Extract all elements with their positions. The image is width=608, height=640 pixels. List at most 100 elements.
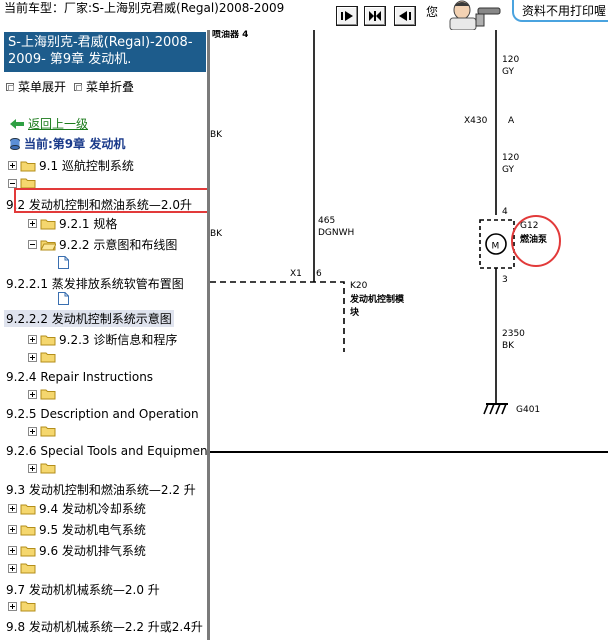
car-model: 当前车型：厂家:S-上海别克君威(Regal)2008-2009 bbox=[4, 2, 304, 28]
collapse-toggle-icon[interactable] bbox=[28, 240, 37, 249]
k20-dashed-box bbox=[210, 281, 345, 352]
connector-x1-label: X1 bbox=[290, 269, 302, 279]
expand-icon bbox=[6, 82, 14, 91]
bk-label-mid: BK bbox=[210, 229, 223, 239]
document-icon bbox=[58, 292, 69, 305]
current-chapter: 当前:第9章 发动机 bbox=[10, 135, 125, 152]
back-link[interactable]: 返回上一级 bbox=[28, 115, 88, 132]
speech-bubble: 资料不用打印喔 bbox=[512, 0, 608, 22]
wire-120a-number: 120 bbox=[502, 55, 519, 65]
wire-2350-number: 2350 bbox=[502, 329, 525, 339]
highlight-box bbox=[14, 188, 207, 213]
tree-item-9-4[interactable]: 9.4 发动机冷却系统 bbox=[8, 500, 146, 517]
tree-item-label[interactable]: 9.4 发动机冷却系统 bbox=[39, 500, 146, 517]
tree-item-9-2-4[interactable]: 9.2.4 Repair Instructions bbox=[6, 370, 153, 384]
tree-folder-row[interactable] bbox=[8, 600, 36, 612]
next-page-button[interactable] bbox=[336, 6, 358, 26]
wire-120b-color: GY bbox=[502, 165, 515, 175]
expand-toggle-icon[interactable] bbox=[8, 525, 17, 534]
open-folder-icon bbox=[40, 239, 56, 251]
wire-120a-color: GY bbox=[502, 67, 515, 77]
tree-folder-row[interactable] bbox=[28, 462, 56, 474]
collapse-toggle-icon[interactable] bbox=[8, 178, 17, 188]
tree-item-label[interactable]: 9.5 发动机电气系统 bbox=[39, 521, 146, 538]
pin-6-label: 6 bbox=[316, 269, 322, 279]
ground-g401-label: G401 bbox=[516, 405, 540, 415]
folder-icon bbox=[40, 425, 56, 437]
tree-item-9-2-3[interactable]: 9.2.3 诊断信息和程序 bbox=[28, 331, 177, 348]
folder-icon bbox=[40, 351, 56, 363]
injector-label: 喷油器 4 bbox=[212, 30, 248, 40]
folder-icon bbox=[40, 334, 56, 346]
tree-folder-row[interactable] bbox=[28, 388, 56, 400]
tree-folder-row[interactable] bbox=[8, 562, 36, 574]
motor-symbol: M bbox=[492, 242, 500, 252]
expand-toggle-icon[interactable] bbox=[8, 161, 17, 170]
wire-465-number: 465 bbox=[318, 216, 335, 226]
expand-toggle-icon[interactable] bbox=[28, 219, 37, 228]
g12-label: G12 bbox=[520, 221, 538, 231]
fuel-pump-label: 燃油泵 bbox=[520, 233, 548, 245]
tree-item-9-2-2-1[interactable]: 9.2.2.1 蒸发排放系统软管布置图 bbox=[6, 275, 184, 292]
folder-icon bbox=[40, 388, 56, 400]
k20-name-line1: 发动机控制模 bbox=[349, 293, 405, 305]
split-arrow-icon bbox=[369, 11, 381, 21]
wire-2350-color: BK bbox=[502, 341, 515, 351]
prev-page-button[interactable] bbox=[394, 6, 416, 26]
collapse-icon bbox=[74, 82, 83, 91]
next-arrow-icon bbox=[341, 11, 353, 21]
folder-icon bbox=[20, 160, 36, 172]
expand-toggle-icon[interactable] bbox=[8, 546, 17, 555]
k20-name-line2: 块 bbox=[350, 306, 360, 318]
tree-item-label[interactable]: 9.1 巡航控制系统 bbox=[39, 157, 134, 174]
car-model-value: 厂家:S-上海别克君威(Regal)2008-2009 bbox=[64, 2, 285, 15]
wiring-diagram-svg: 喷油器 4 BK BK 465 DGNWH X1 6 K20 发动机控制模 块 … bbox=[210, 30, 608, 453]
expand-toggle-icon[interactable] bbox=[8, 563, 17, 573]
document-icon bbox=[58, 256, 69, 269]
tree-folder-row[interactable] bbox=[28, 425, 56, 437]
expand-toggle-icon[interactable] bbox=[28, 335, 37, 344]
ground-icon bbox=[483, 403, 508, 415]
wire-465-color: DGNWH bbox=[318, 228, 354, 238]
tree-item-9-6[interactable]: 9.6 发动机排气系统 bbox=[8, 542, 146, 559]
tree-item-label[interactable]: 9.2.2 示意图和布线图 bbox=[59, 236, 177, 253]
expand-toggle-icon[interactable] bbox=[28, 352, 37, 362]
folder-icon bbox=[40, 218, 56, 230]
tree-item-9-2-1[interactable]: 9.2.1 规格 bbox=[28, 215, 117, 232]
tree-item-label[interactable]: 9.2.1 规格 bbox=[59, 215, 117, 232]
tree-item-9-8[interactable]: 9.8 发动机机械系统—2.2 升或2.4升 bbox=[6, 618, 203, 635]
tree-item-9-3[interactable]: 9.3 发动机控制和燃油系统—2.2 升 bbox=[6, 481, 196, 498]
mascot-icon bbox=[449, 0, 501, 30]
k20-label: K20 bbox=[350, 281, 368, 291]
tree-folder-row[interactable] bbox=[28, 351, 56, 363]
tree-item-label[interactable]: 9.6 发动机排气系统 bbox=[39, 542, 146, 559]
expand-toggle-icon[interactable] bbox=[8, 504, 17, 513]
tree-item-9-2-6[interactable]: 9.2.6 Special Tools and Equipment bbox=[6, 444, 207, 458]
tree-item-9-1[interactable]: 9.1 巡航控制系统 bbox=[8, 157, 134, 174]
tree-item-9-2-2[interactable]: 9.2.2 示意图和布线图 bbox=[28, 236, 177, 253]
wire-120b-number: 120 bbox=[502, 153, 519, 163]
expand-all-button[interactable]: 菜单展开 bbox=[18, 78, 66, 95]
tree-item-label[interactable]: 9.2.3 诊断信息和程序 bbox=[59, 331, 177, 348]
back-row[interactable]: 返回上一级 bbox=[10, 115, 88, 132]
car-model-label: 当前车型： bbox=[4, 2, 65, 15]
expand-toggle-icon[interactable] bbox=[28, 463, 37, 473]
collapse-all-button[interactable]: 菜单折叠 bbox=[86, 78, 134, 95]
folder-icon bbox=[20, 524, 36, 536]
folder-icon bbox=[40, 462, 56, 474]
bk-label-top: BK bbox=[210, 130, 223, 140]
tree-item-9-2-5[interactable]: 9.2.5 Description and Operation bbox=[6, 407, 199, 421]
expand-toggle-icon[interactable] bbox=[28, 389, 37, 399]
menu-toggle-row: 菜单展开 菜单折叠 bbox=[6, 78, 134, 95]
tree-item-9-7[interactable]: 9.7 发动机机械系统—2.0 升 bbox=[6, 581, 160, 598]
expand-toggle-icon[interactable] bbox=[8, 601, 17, 611]
top-bar: 当前车型：厂家:S-上海别克君威(Regal)2008-2009 您 资料不用打… bbox=[0, 0, 608, 30]
folder-icon bbox=[20, 503, 36, 515]
prev-arrow-icon bbox=[399, 11, 411, 21]
expand-toggle-icon[interactable] bbox=[28, 426, 37, 436]
middle-page-button[interactable] bbox=[364, 6, 386, 26]
tree-item-9-2-2-2[interactable]: 9.2.2.2 发动机控制系统示意图 bbox=[4, 310, 174, 327]
tree-item-9-5[interactable]: 9.5 发动机电气系统 bbox=[8, 521, 146, 538]
folder-icon bbox=[20, 545, 36, 557]
database-icon bbox=[10, 137, 20, 150]
